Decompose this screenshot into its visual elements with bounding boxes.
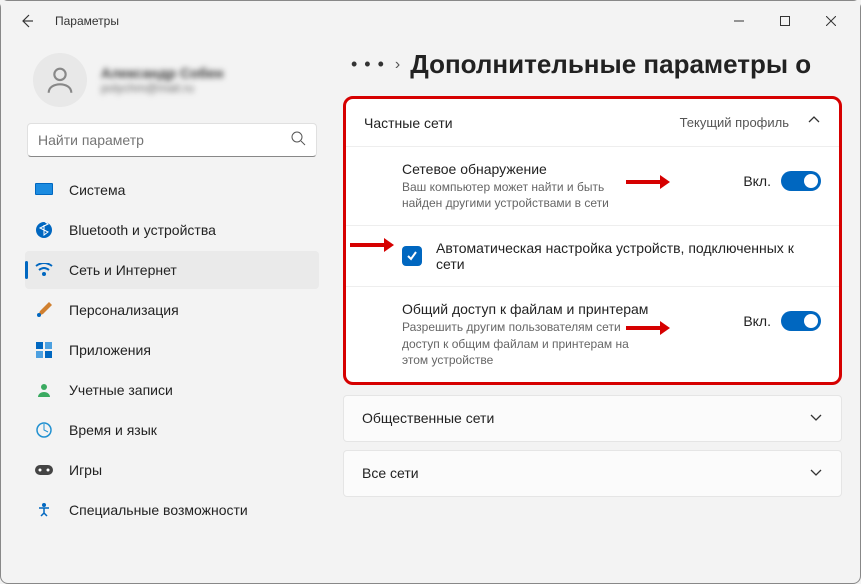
sidebar-item-personalization[interactable]: Персонализация bbox=[25, 291, 319, 329]
sidebar-item-time[interactable]: Время и язык bbox=[25, 411, 319, 449]
titlebar: Параметры bbox=[1, 1, 860, 41]
file-sharing-row: Общий доступ к файлам и принтерам Разреш… bbox=[346, 286, 839, 382]
apps-icon bbox=[35, 341, 53, 359]
row-title: Сетевое обнаружение bbox=[402, 161, 729, 177]
toggle-label: Вкл. bbox=[743, 313, 771, 329]
accessibility-icon bbox=[35, 501, 53, 519]
section-label: Общественные сети bbox=[362, 410, 494, 426]
wifi-icon bbox=[35, 261, 53, 279]
gamepad-icon bbox=[35, 461, 53, 479]
chevron-right-icon: › bbox=[395, 56, 400, 74]
search-icon bbox=[290, 130, 306, 151]
section-label: Все сети bbox=[362, 465, 419, 481]
row-title: Автоматическая настройка устройств, подк… bbox=[436, 240, 816, 272]
current-profile-label: Текущий профиль bbox=[680, 115, 789, 130]
sidebar-item-label: Специальные возможности bbox=[69, 502, 248, 518]
auto-setup-checkbox[interactable] bbox=[402, 246, 422, 266]
auto-setup-row: Автоматическая настройка устройств, подк… bbox=[346, 225, 839, 286]
sidebar-item-label: Приложения bbox=[69, 342, 151, 358]
search-input[interactable] bbox=[38, 132, 290, 148]
breadcrumb-overflow[interactable]: • • • bbox=[351, 54, 385, 75]
minimize-button[interactable] bbox=[716, 5, 762, 37]
panel-header[interactable]: Частные сети Текущий профиль bbox=[346, 99, 839, 146]
sidebar-item-label: Игры bbox=[69, 462, 102, 478]
sidebar-item-gaming[interactable]: Игры bbox=[25, 451, 319, 489]
sidebar-item-system[interactable]: Система bbox=[25, 171, 319, 209]
window-title: Параметры bbox=[55, 14, 119, 28]
main-content: • • • › Дополнительные параметры о Частн… bbox=[327, 41, 860, 583]
breadcrumb: • • • › Дополнительные параметры о bbox=[343, 41, 842, 96]
display-icon bbox=[35, 181, 53, 199]
chevron-down-icon bbox=[809, 410, 823, 427]
network-discovery-row: Сетевое обнаружение Ваш компьютер может … bbox=[346, 146, 839, 225]
sidebar-item-accessibility[interactable]: Специальные возможности bbox=[25, 491, 319, 529]
globe-clock-icon bbox=[35, 421, 53, 439]
annotation-arrow bbox=[350, 236, 394, 254]
all-networks-section[interactable]: Все сети bbox=[343, 450, 842, 497]
avatar bbox=[33, 53, 87, 107]
sidebar-item-label: Персонализация bbox=[69, 302, 179, 318]
sidebar-item-network[interactable]: Сеть и Интернет bbox=[25, 251, 319, 289]
maximize-button[interactable] bbox=[762, 5, 808, 37]
sidebar-item-bluetooth[interactable]: Bluetooth и устройства bbox=[25, 211, 319, 249]
profile-email: polychm@mail.ru bbox=[101, 81, 224, 95]
profile-name: Александр Собен bbox=[101, 65, 224, 81]
sidebar-item-accounts[interactable]: Учетные записи bbox=[25, 371, 319, 409]
sidebar-item-apps[interactable]: Приложения bbox=[25, 331, 319, 369]
sidebar-item-label: Учетные записи bbox=[69, 382, 173, 398]
chevron-up-icon bbox=[807, 113, 821, 132]
back-button[interactable] bbox=[17, 11, 37, 31]
sidebar-item-label: Время и язык bbox=[69, 422, 157, 438]
brush-icon bbox=[35, 301, 53, 319]
search-box[interactable] bbox=[27, 123, 317, 157]
row-desc: Разрешить другим пользователям сети дост… bbox=[402, 319, 642, 368]
person-icon bbox=[35, 381, 53, 399]
private-networks-panel: Частные сети Текущий профиль Сетевое обн… bbox=[343, 96, 842, 385]
bluetooth-icon bbox=[35, 221, 53, 239]
file-sharing-toggle[interactable] bbox=[781, 311, 821, 331]
sidebar: Александр Собен polychm@mail.ru Система … bbox=[1, 41, 327, 583]
network-discovery-toggle[interactable] bbox=[781, 171, 821, 191]
sidebar-item-label: Bluetooth и устройства bbox=[69, 222, 216, 238]
close-button[interactable] bbox=[808, 5, 854, 37]
panel-title: Частные сети bbox=[364, 115, 453, 131]
sidebar-item-label: Сеть и Интернет bbox=[69, 262, 177, 278]
toggle-label: Вкл. bbox=[743, 173, 771, 189]
profile-block[interactable]: Александр Собен polychm@mail.ru bbox=[25, 47, 323, 123]
chevron-down-icon bbox=[809, 465, 823, 482]
sidebar-item-label: Система bbox=[69, 182, 125, 198]
row-title: Общий доступ к файлам и принтерам bbox=[402, 301, 729, 317]
public-networks-section[interactable]: Общественные сети bbox=[343, 395, 842, 442]
row-desc: Ваш компьютер может найти и быть найден … bbox=[402, 179, 642, 211]
page-title: Дополнительные параметры о bbox=[410, 49, 811, 80]
